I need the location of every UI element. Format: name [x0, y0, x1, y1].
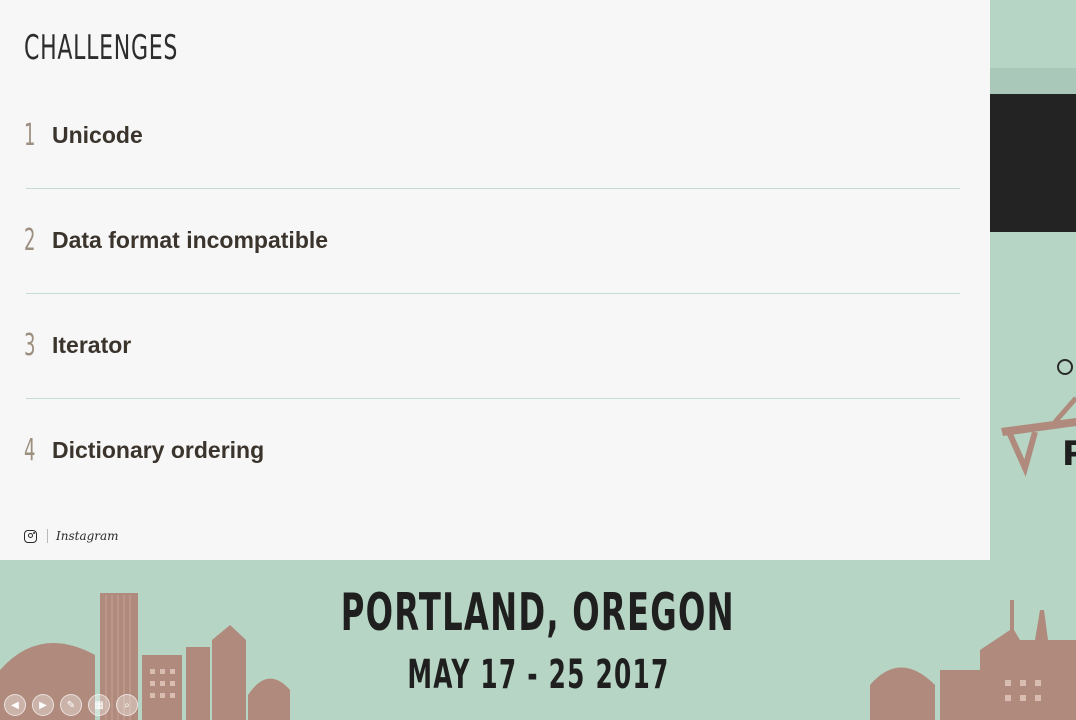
slide-panel: CHALLENGES 1 Unicode 2 Data format incom…	[0, 0, 990, 560]
list-item: 4 Dictionary ordering	[24, 421, 960, 525]
zoom-icon[interactable]: ⌕	[116, 694, 138, 716]
instagram-wordmark: Instagram	[56, 529, 119, 543]
separator	[47, 529, 48, 543]
list-item: 3 Iterator	[24, 316, 960, 420]
item-label: Data format incompatible	[52, 227, 329, 253]
grid-icon[interactable]: ▦	[88, 694, 110, 716]
item-label: Dictionary ordering	[52, 437, 265, 463]
item-number: 1	[24, 118, 36, 153]
edit-icon[interactable]: ✎	[60, 694, 82, 716]
item-number: 2	[24, 223, 36, 258]
slide-title: CHALLENGES	[24, 28, 179, 68]
divider	[26, 293, 960, 294]
instagram-badge[interactable]: Instagram	[24, 529, 119, 543]
item-label: Iterator	[52, 332, 132, 358]
banner-dates: MAY 17 - 25 2017	[406, 652, 670, 698]
next-slide-strip	[990, 68, 1076, 94]
item-number: 3	[24, 328, 36, 363]
divider	[26, 188, 960, 189]
list-item: 1 Unicode	[24, 106, 960, 210]
next-icon[interactable]: ▶	[32, 694, 54, 716]
banner-location: PORTLAND, OREGON	[340, 583, 736, 643]
divider	[26, 398, 960, 399]
list-item: 2 Data format incompatible	[24, 211, 960, 315]
next-slide-letter: P	[1062, 434, 1076, 474]
item-number: 4	[24, 433, 36, 468]
instagram-icon	[24, 529, 37, 543]
next-slide-dark-panel	[990, 94, 1076, 232]
slide-controls: ◀ ▶ ✎ ▦ ⌕	[4, 694, 138, 716]
item-label: Unicode	[52, 122, 143, 148]
previous-icon[interactable]: ◀	[4, 694, 26, 716]
bridge-illustration-icon: P	[1001, 359, 1076, 477]
